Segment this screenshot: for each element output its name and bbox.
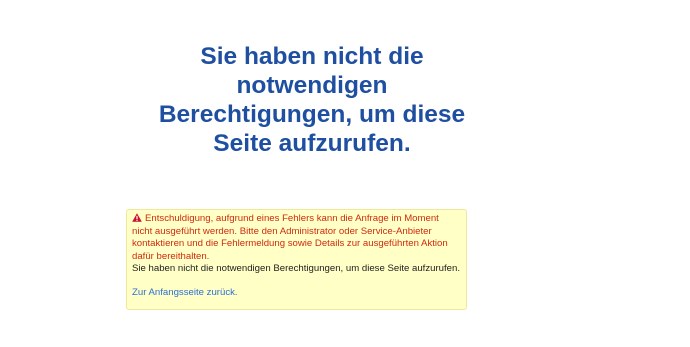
permission-info-text: Sie haben nicht die notwendigen Berechti… <box>132 263 461 274</box>
error-message: Entschuldigung, aufgrund eines Fehlers k… <box>132 213 461 263</box>
back-to-home-link[interactable]: Zur Anfangsseite zurück. <box>132 287 238 300</box>
error-page: Sie haben nicht die notwendigen Berechti… <box>0 0 690 347</box>
page-title: Sie haben nicht die notwendigen Berechti… <box>158 43 466 157</box>
warning-triangle-icon <box>132 213 142 222</box>
error-message-box: Entschuldigung, aufgrund eines Fehlers k… <box>126 209 467 310</box>
error-message-text: Entschuldigung, aufgrund eines Fehlers k… <box>132 213 448 262</box>
